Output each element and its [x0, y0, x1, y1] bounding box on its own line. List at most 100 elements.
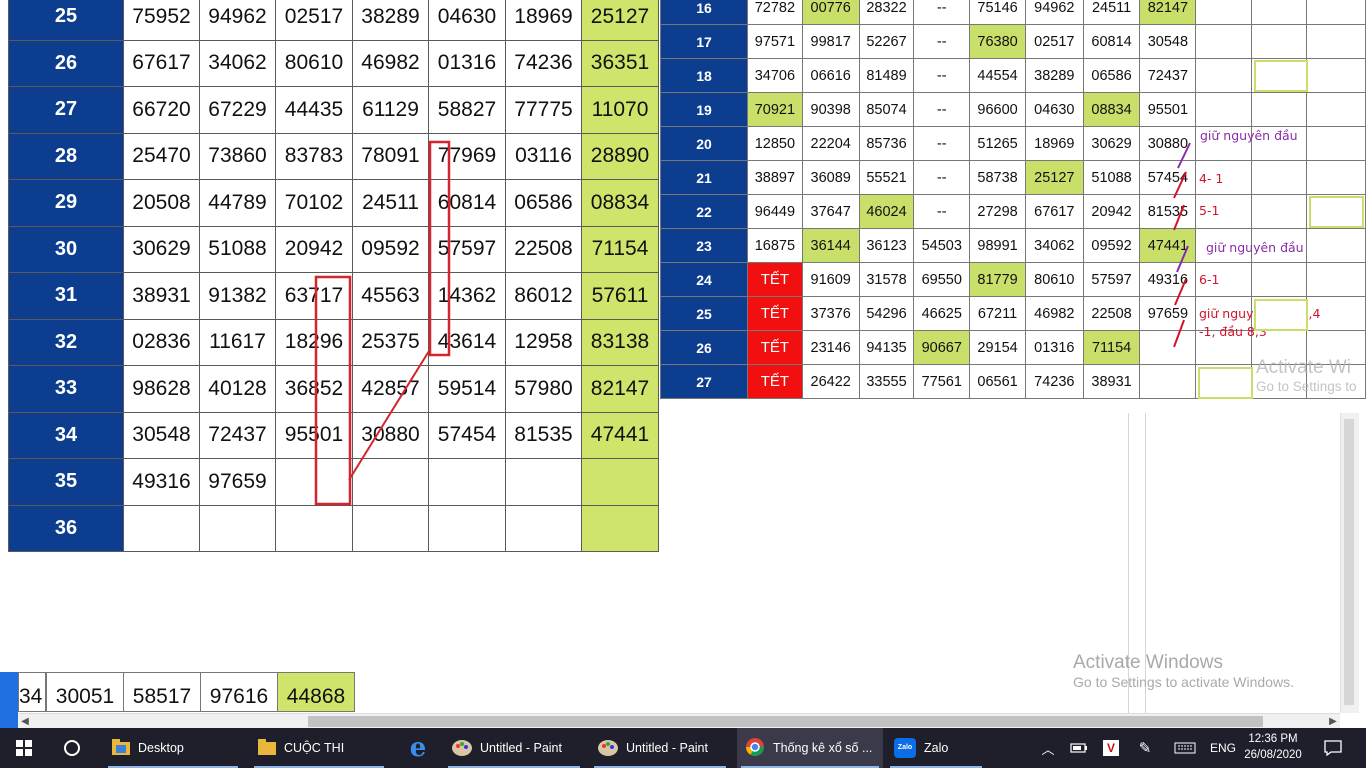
taskbar-item-desktop[interactable]: Desktop [104, 728, 242, 768]
strip-cell: 58517 [123, 672, 201, 712]
row-number: 31 [8, 272, 124, 320]
result-cell: 11617 [199, 318, 276, 366]
result-cell-highlight [581, 504, 659, 552]
row-number: 26 [8, 39, 124, 87]
result-cell [123, 504, 200, 552]
taskbar-label: Untitled - Paint [626, 741, 708, 755]
result-cell: 63717 [275, 272, 353, 320]
result-cell: 57980 [505, 365, 582, 413]
result-cell [199, 504, 276, 552]
left-table-row: 34 30548 72437 95501 30880 57454 81535 47441 [8, 411, 659, 459]
result-cell: 51088 [199, 225, 276, 273]
result-cell: 01316 [428, 39, 506, 87]
tray-antivirus[interactable]: V [1098, 728, 1124, 768]
result-cell: 86012 [505, 272, 582, 320]
empty-cell-box [1254, 299, 1308, 331]
row-number: 36 [8, 504, 124, 552]
purple-stroke-1 [1177, 142, 1191, 169]
search-button[interactable] [48, 728, 96, 768]
result-cell: 18296 [275, 318, 353, 366]
result-cell: 09592 [352, 225, 429, 273]
result-cell [428, 504, 506, 552]
empty-cell-box [1309, 196, 1364, 228]
row-number: 27 [8, 86, 124, 134]
paint-icon [598, 738, 618, 759]
strip-cell: 30051 [46, 672, 124, 712]
tray-language[interactable]: ENG [1206, 728, 1240, 768]
result-cell-highlight: 71154 [581, 225, 659, 273]
note-keep-head-1: giữ nguyên đầu [1200, 128, 1298, 143]
show-hidden-icons-button[interactable]: ︿ [1036, 728, 1060, 768]
result-cell-highlight: 11070 [581, 86, 659, 134]
result-cell: 18969 [505, 0, 582, 41]
left-table-row: 27 66720 67229 44435 61129 58827 77775 11070 [8, 86, 659, 134]
result-cell: 40128 [199, 365, 276, 413]
taskbar: Desktop CUỘC THI e Untitled - Paint Unti… [0, 728, 1366, 768]
result-cell: 34062 [199, 39, 276, 87]
empty-cell-box [1254, 60, 1308, 92]
result-cell-highlight: 82147 [581, 365, 659, 413]
taskbar-item-cuoc-thi[interactable]: CUỘC THI [250, 728, 388, 768]
notification-icon [1324, 740, 1342, 756]
taskbar-label: Desktop [138, 741, 184, 755]
taskbar-item-chrome[interactable]: Thống kê xổ số ... [737, 728, 883, 768]
result-cell: 03116 [505, 132, 582, 180]
bottom-results-strip: 34 30051 58517 97616 44868 [0, 672, 360, 714]
result-cell: 67617 [123, 39, 200, 87]
keyboard-icon [1174, 742, 1196, 754]
result-cell: 91382 [199, 272, 276, 320]
activate-title: Activate Windows [1073, 652, 1223, 673]
clock-date: 26/08/2020 [1244, 749, 1302, 761]
result-cell: 46982 [352, 39, 429, 87]
taskbar-item-edge[interactable]: e [394, 728, 442, 768]
tray-keyboard[interactable] [1170, 728, 1200, 768]
taskbar-item-paint-2[interactable]: Untitled - Paint [590, 728, 730, 768]
scroll-right-arrow-icon[interactable]: ▶ [1326, 714, 1340, 729]
tray-pen[interactable]: ✎ [1132, 728, 1158, 768]
battery-icon [1070, 743, 1087, 753]
activate-partial-line1: Activate Wi [1256, 357, 1352, 378]
result-cell: 25375 [352, 318, 429, 366]
result-cell: 81535 [505, 411, 582, 459]
horizontal-scrollbar[interactable]: ◀ ▶ [18, 713, 1340, 729]
result-cell: 38289 [352, 0, 429, 41]
result-cell: 95501 [275, 411, 353, 459]
result-cell [505, 458, 582, 506]
chevron-up-icon: ︿ [1041, 741, 1055, 757]
paint-icon [452, 738, 472, 759]
red-stroke-2 [1173, 204, 1185, 231]
left-table-row: 32 02836 11617 18296 25375 43614 12958 83138 [8, 318, 659, 366]
tray-clock[interactable]: 12:36 PM 26/08/2020 [1243, 731, 1303, 763]
taskbar-item-paint-1[interactable]: Untitled - Paint [444, 728, 584, 768]
activate-windows-partial: Activate Wi Go to Settings to [1256, 357, 1357, 394]
note-4-1: 4- 1 [1199, 171, 1224, 186]
vertical-scroll-thumb[interactable] [1344, 419, 1354, 705]
activate-subtitle: Go to Settings to activate Windows. [1073, 674, 1294, 690]
left-table-row: 26 67617 34062 80610 46982 01316 74236 36351 [8, 39, 659, 87]
result-cell: 25470 [123, 132, 200, 180]
row-number: 34 [8, 411, 124, 459]
red-stroke-3 [1174, 278, 1187, 306]
left-table-row: 33 98628 40128 36852 42857 59514 57980 82147 [8, 365, 659, 413]
result-cell [428, 458, 506, 506]
result-cell [275, 504, 353, 552]
result-cell: 44435 [275, 86, 353, 134]
result-cell [352, 458, 429, 506]
result-cell-highlight: 28890 [581, 132, 659, 180]
note-5-1: 5-1 [1199, 203, 1220, 218]
horizontal-scroll-thumb[interactable] [308, 716, 1263, 727]
activate-windows-watermark: Activate Windows Go to Settings to activ… [1073, 652, 1294, 690]
tray-battery[interactable] [1066, 728, 1092, 768]
scroll-left-arrow-icon[interactable]: ◀ [18, 714, 32, 729]
note-6-1: 6-1 [1199, 272, 1220, 287]
vertical-scrollbar[interactable] [1340, 413, 1359, 713]
strip-cell-highlight: 44868 [277, 672, 355, 712]
left-table-row: 31 38931 91382 63717 45563 14362 86012 57611 [8, 272, 659, 320]
result-cell: 66720 [123, 86, 200, 134]
left-results-table: 25 75952 94962 02517 38289 04630 18969 25127 26 6… [8, 0, 659, 552]
taskbar-item-zalo[interactable]: Zalo Zalo [886, 728, 986, 768]
red-stroke-1 [1173, 171, 1187, 199]
action-center-button[interactable] [1318, 728, 1348, 768]
start-button[interactable] [0, 728, 48, 768]
taskbar-label: Zalo [924, 741, 949, 755]
